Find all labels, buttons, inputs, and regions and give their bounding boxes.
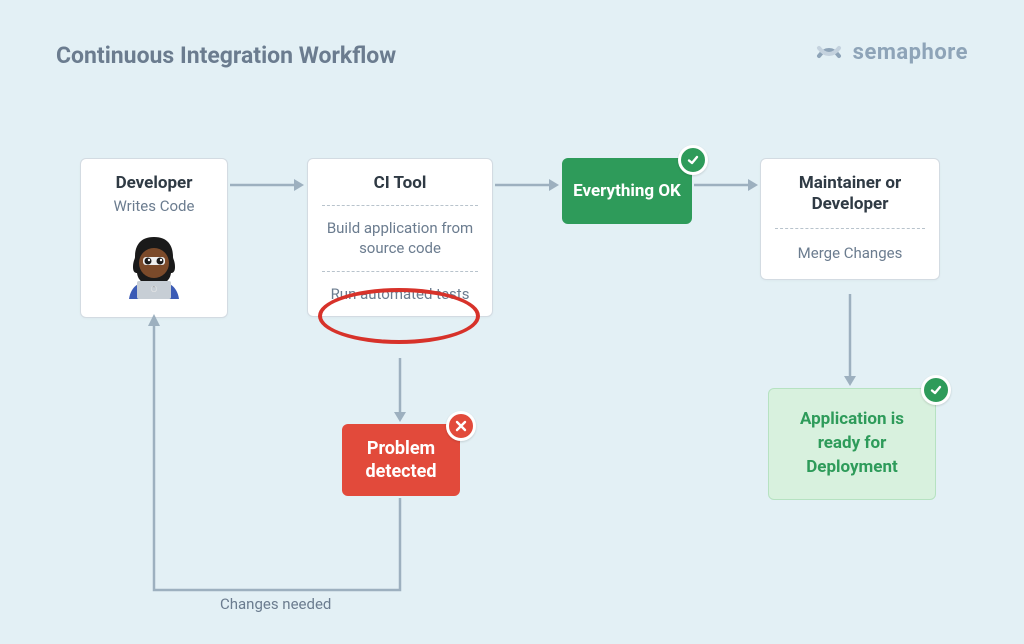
diagram-title: Continuous Integration Workflow (56, 42, 396, 69)
node-everything-ok: Everything OK (562, 158, 692, 224)
app-ready-label: Application is ready for Deployment (787, 408, 917, 479)
developer-title: Developer (81, 159, 227, 197)
semaphore-icon (815, 38, 843, 66)
arrow-icon (692, 175, 762, 195)
arrow-loop-icon (140, 310, 410, 610)
developer-subtitle: Writes Code (81, 197, 227, 227)
brand-logo: semaphore (815, 38, 968, 66)
node-ci-tool: CI Tool Build application from source co… (307, 158, 493, 317)
arrow-icon (493, 175, 563, 195)
developer-avatar (119, 233, 189, 303)
node-app-ready: Application is ready for Deployment (768, 388, 936, 500)
ci-tool-title: CI Tool (308, 159, 492, 205)
maintainer-title: Maintainer or Developer (761, 159, 939, 228)
ci-tool-step-build: Build application from source code (308, 206, 492, 271)
maintainer-step: Merge Changes (761, 229, 939, 279)
check-icon (921, 375, 951, 405)
node-developer: Developer Writes Code (80, 158, 228, 318)
arrow-icon (840, 292, 860, 390)
arrow-icon (228, 175, 308, 195)
brand-name: semaphore (853, 40, 968, 65)
x-icon (446, 411, 476, 441)
check-icon (678, 145, 708, 175)
node-maintainer: Maintainer or Developer Merge Changes (760, 158, 940, 280)
everything-ok-label: Everything OK (573, 180, 681, 202)
loop-label: Changes needed (220, 595, 331, 613)
